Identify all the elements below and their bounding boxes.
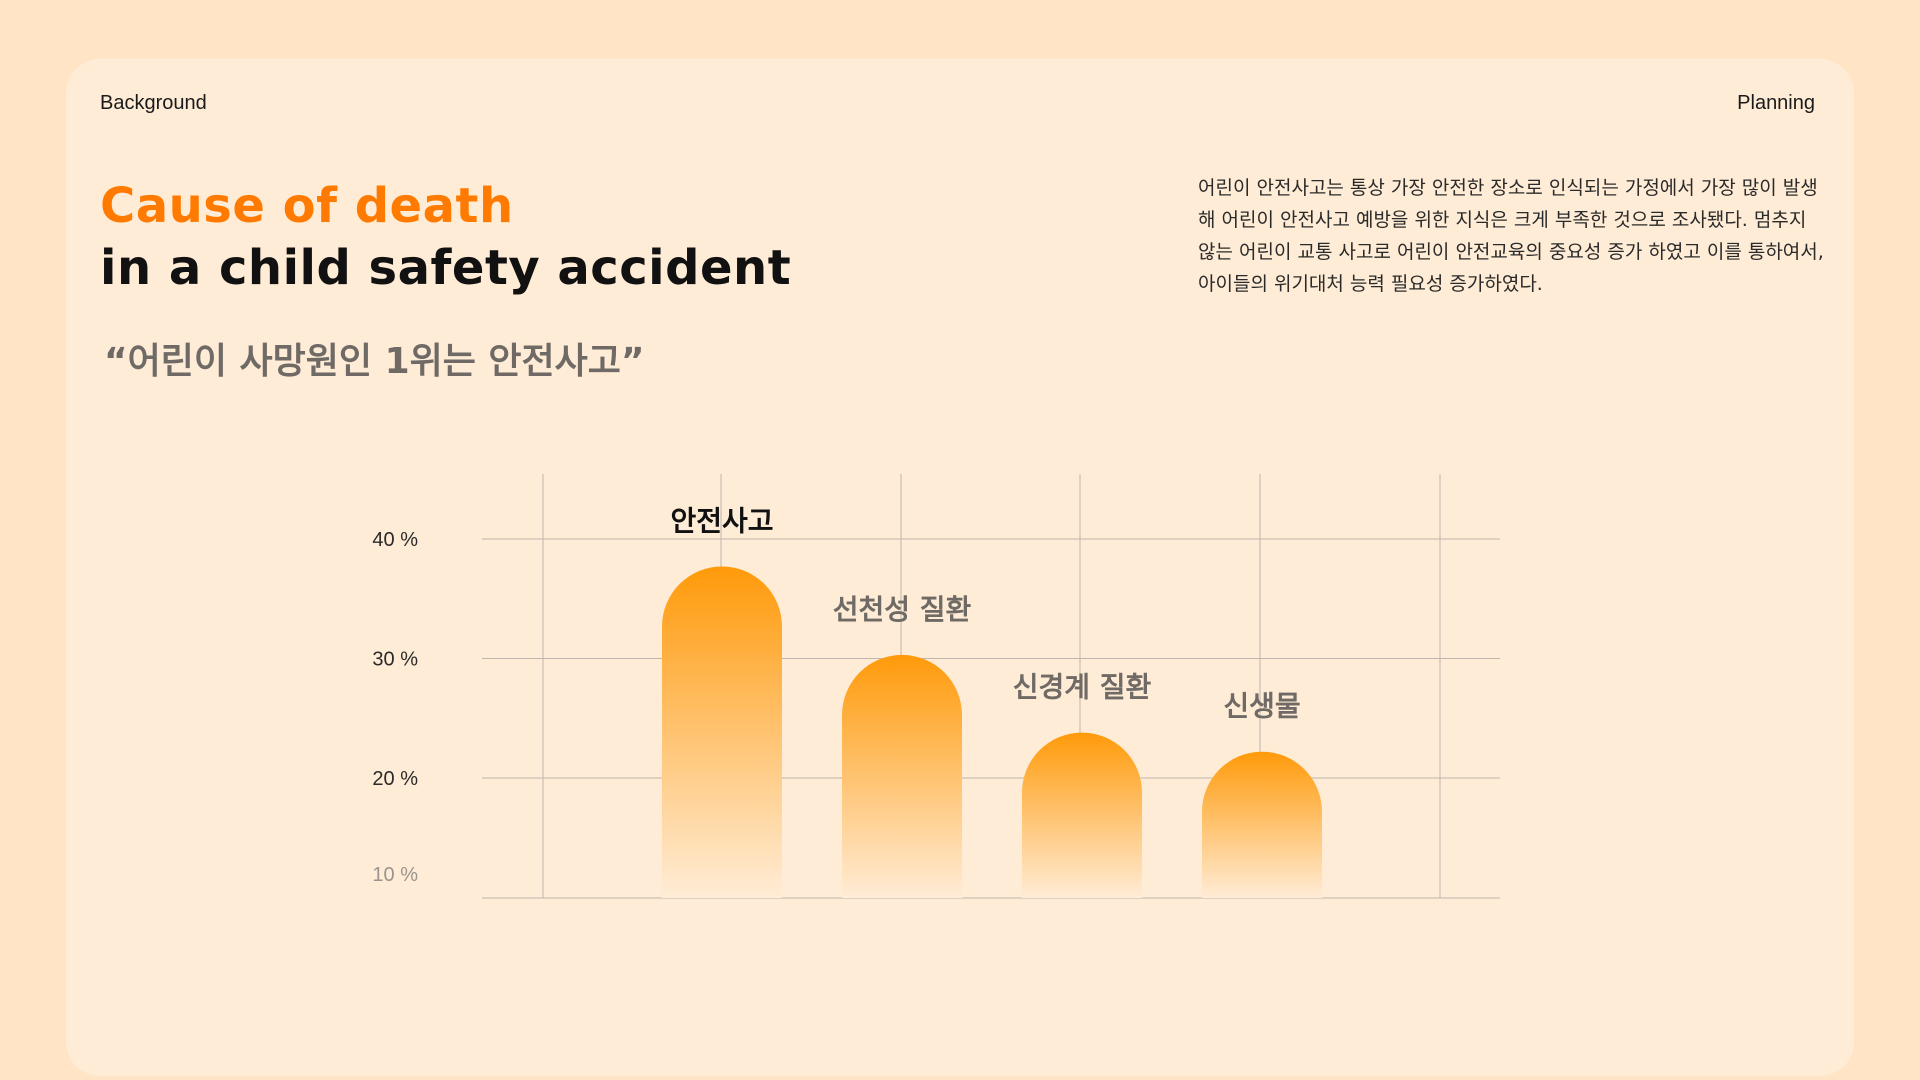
chart-bar (1022, 732, 1142, 898)
chart-bar (662, 566, 782, 898)
bar-category-label: 선천성 질환 (833, 593, 972, 626)
chart-bar (842, 654, 962, 898)
chart-bar (1202, 751, 1322, 898)
y-tick-label: 30 % (372, 649, 418, 671)
bar-chart: 안전사고선천성 질환신경계 질환신생물 40 % 30 % 20 % 10 % (372, 474, 1500, 899)
y-tick-label: 40 % (372, 529, 418, 551)
y-tick-label: 20 % (372, 768, 418, 790)
chart-bars (662, 566, 1322, 898)
bar-category-label: 신생물 (1223, 690, 1300, 723)
bar-category-label: 안전사고 (670, 504, 773, 537)
y-tick-label: 10 % (372, 864, 418, 886)
y-axis-ticks: 40 % 30 % 20 % 10 % (372, 529, 418, 886)
bar-category-label: 신경계 질환 (1013, 671, 1152, 704)
chart-grid (482, 474, 1500, 899)
